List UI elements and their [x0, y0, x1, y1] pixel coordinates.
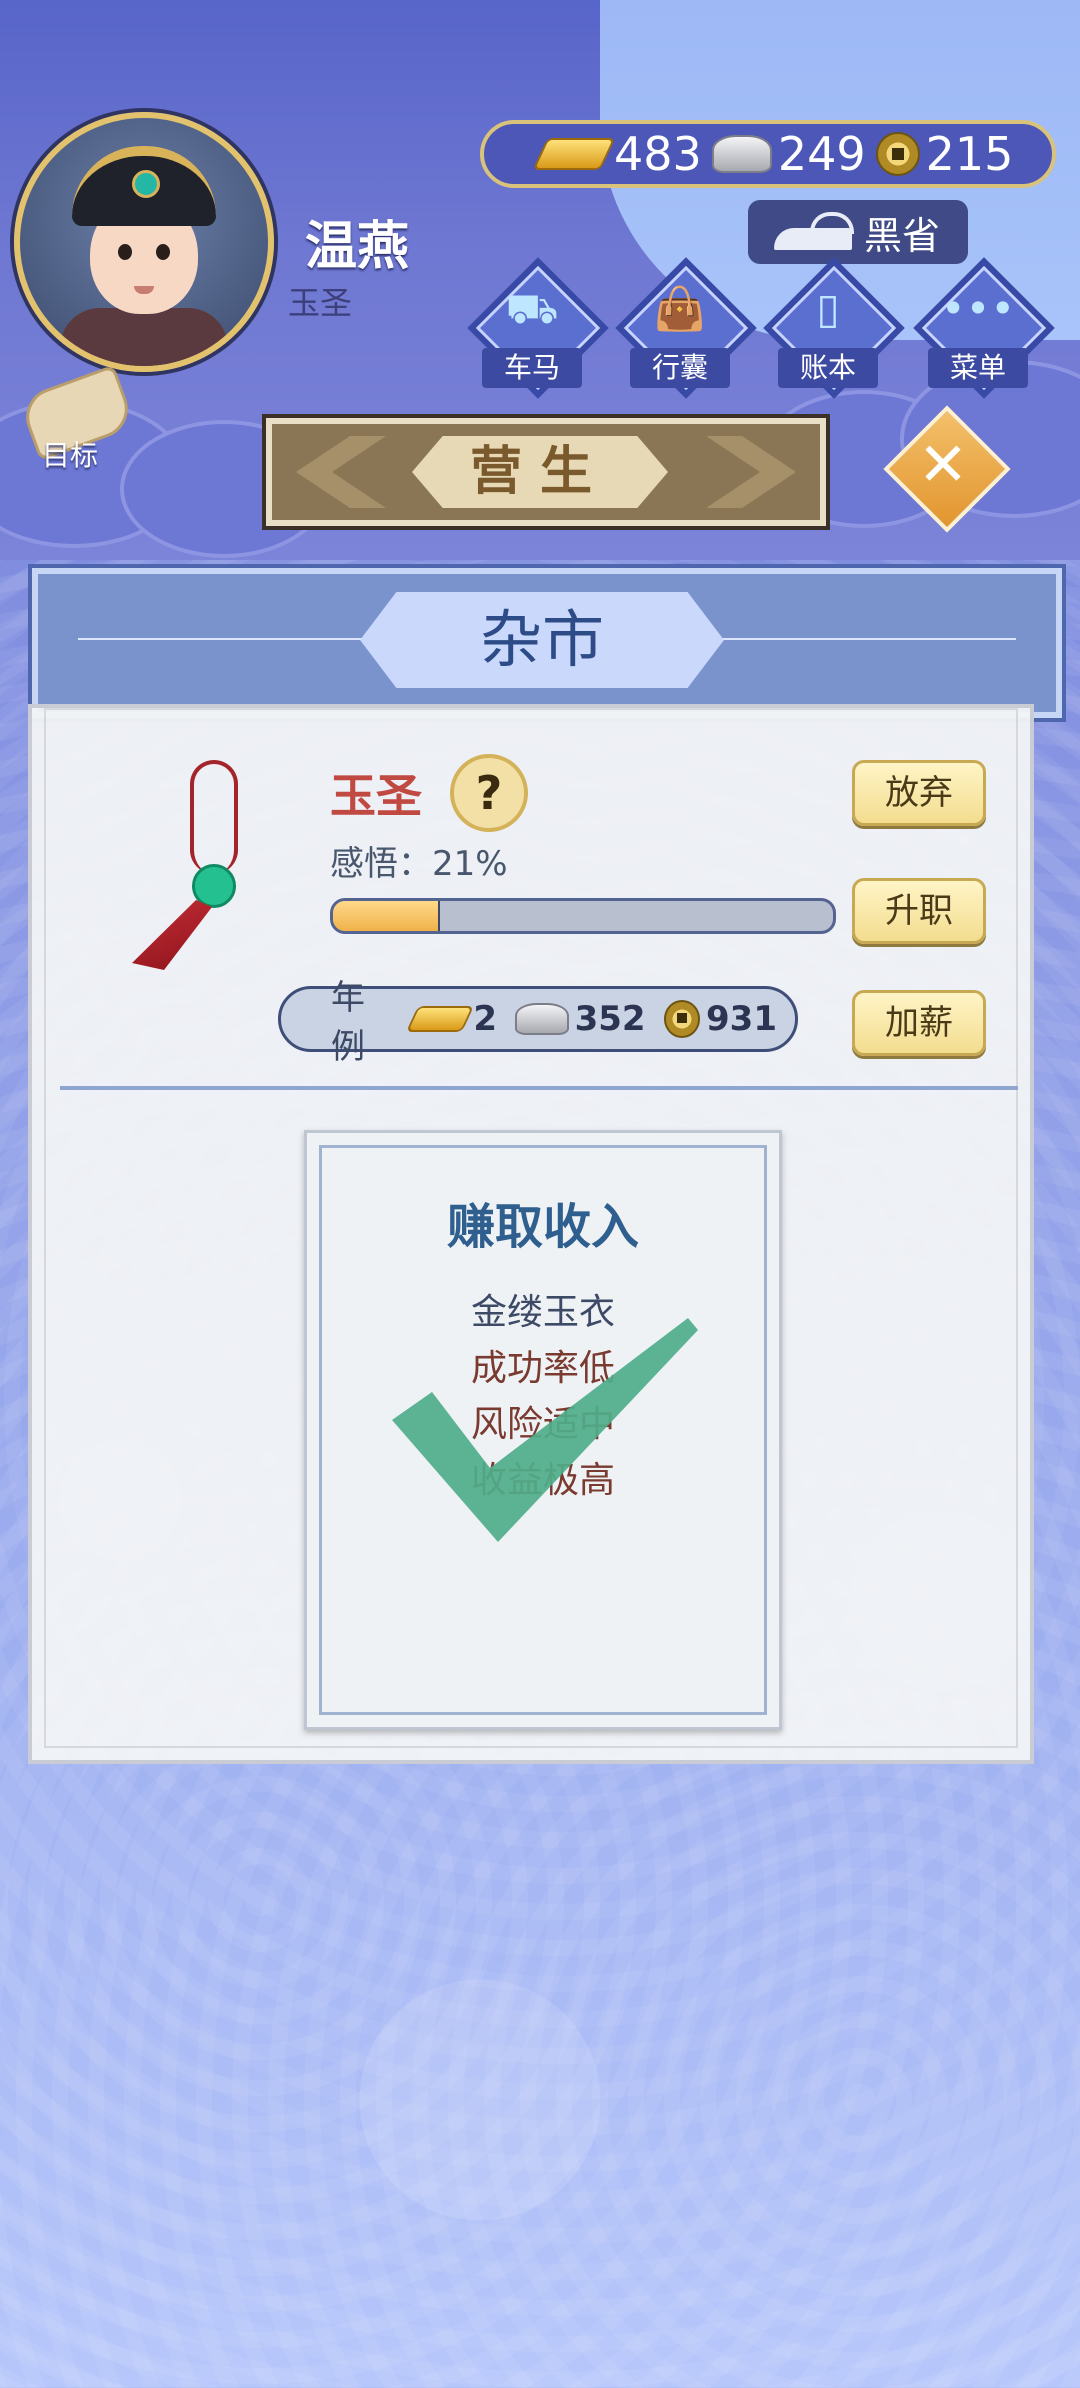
job-name: 玉圣 [330, 769, 422, 823]
player-rank: 玉圣 [288, 284, 353, 322]
quit-button[interactable]: 放弃 [852, 760, 986, 826]
player-name: 温燕 [305, 217, 410, 277]
jade-charm-icon [120, 760, 270, 970]
menu-bag-label: 行囊 [630, 348, 730, 388]
section-banner: 营生 [266, 418, 826, 526]
menu-more-button[interactable]: ••• 菜单 [913, 257, 1055, 399]
copper-coin-icon [875, 132, 920, 176]
gold-currency: 483 [532, 127, 702, 181]
raise-button[interactable]: 加薪 [852, 990, 986, 1056]
carriage-icon: ⛟ [505, 284, 559, 333]
silver-amount: 249 [777, 127, 866, 181]
coin-amount: 215 [925, 127, 1014, 181]
menu-ledger-button[interactable]: ▯ 账本 [763, 257, 905, 399]
goal-label: 目标 [42, 439, 99, 472]
iron-icon [770, 210, 856, 254]
silver-ingot-icon [515, 1003, 569, 1035]
close-icon[interactable]: ✕ [902, 424, 984, 506]
more-icon: ••• [940, 284, 1016, 333]
insight-progress-bar [330, 898, 836, 934]
section-divider [60, 1086, 1018, 1090]
heisheng-label: 黑省 [864, 213, 941, 258]
task-title: 赚取收入 [446, 1199, 639, 1255]
salary-silver: 352 [574, 999, 646, 1039]
gold-amount: 483 [614, 127, 702, 181]
heisheng-button[interactable]: 黑省 [748, 200, 968, 264]
salary-display: 年例 2 352 931 [278, 978, 798, 1067]
menu-ledger-label: 账本 [778, 348, 878, 388]
gold-ingot-icon [532, 138, 616, 170]
salary-coins: 931 [706, 999, 777, 1039]
insight-text: 感悟：21% [330, 844, 508, 884]
copper-coin-icon [663, 1000, 701, 1038]
player-avatar[interactable] [14, 112, 274, 372]
insight-progress-fill [333, 901, 440, 931]
silver-ingot-icon [711, 135, 772, 173]
silver-currency: 249 [711, 127, 866, 181]
menu-carriage-button[interactable]: ⛟ 车马 [467, 257, 609, 399]
currency-bar: 483 249 215 [480, 120, 1056, 188]
promote-button[interactable]: 升职 [852, 878, 986, 944]
menu-carriage-label: 车马 [482, 348, 582, 388]
coin-currency: 215 [875, 127, 1014, 181]
salary-gold: 2 [473, 999, 498, 1039]
gold-ingot-icon [405, 1006, 474, 1032]
checkmark-icon [392, 1318, 698, 1542]
banner-title: 营生 [412, 436, 668, 508]
goal-button[interactable]: 目标 [17, 364, 137, 472]
menu-bag-button[interactable]: 👜 行囊 [615, 257, 757, 399]
panel-title: 杂市 [360, 592, 724, 688]
menu-more-label: 菜单 [928, 348, 1028, 388]
help-button[interactable]: ? [450, 754, 528, 832]
bag-icon: 👜 [653, 284, 707, 333]
ledger-icon: ▯ [816, 284, 840, 333]
salary-label: 年例 [331, 978, 365, 1067]
